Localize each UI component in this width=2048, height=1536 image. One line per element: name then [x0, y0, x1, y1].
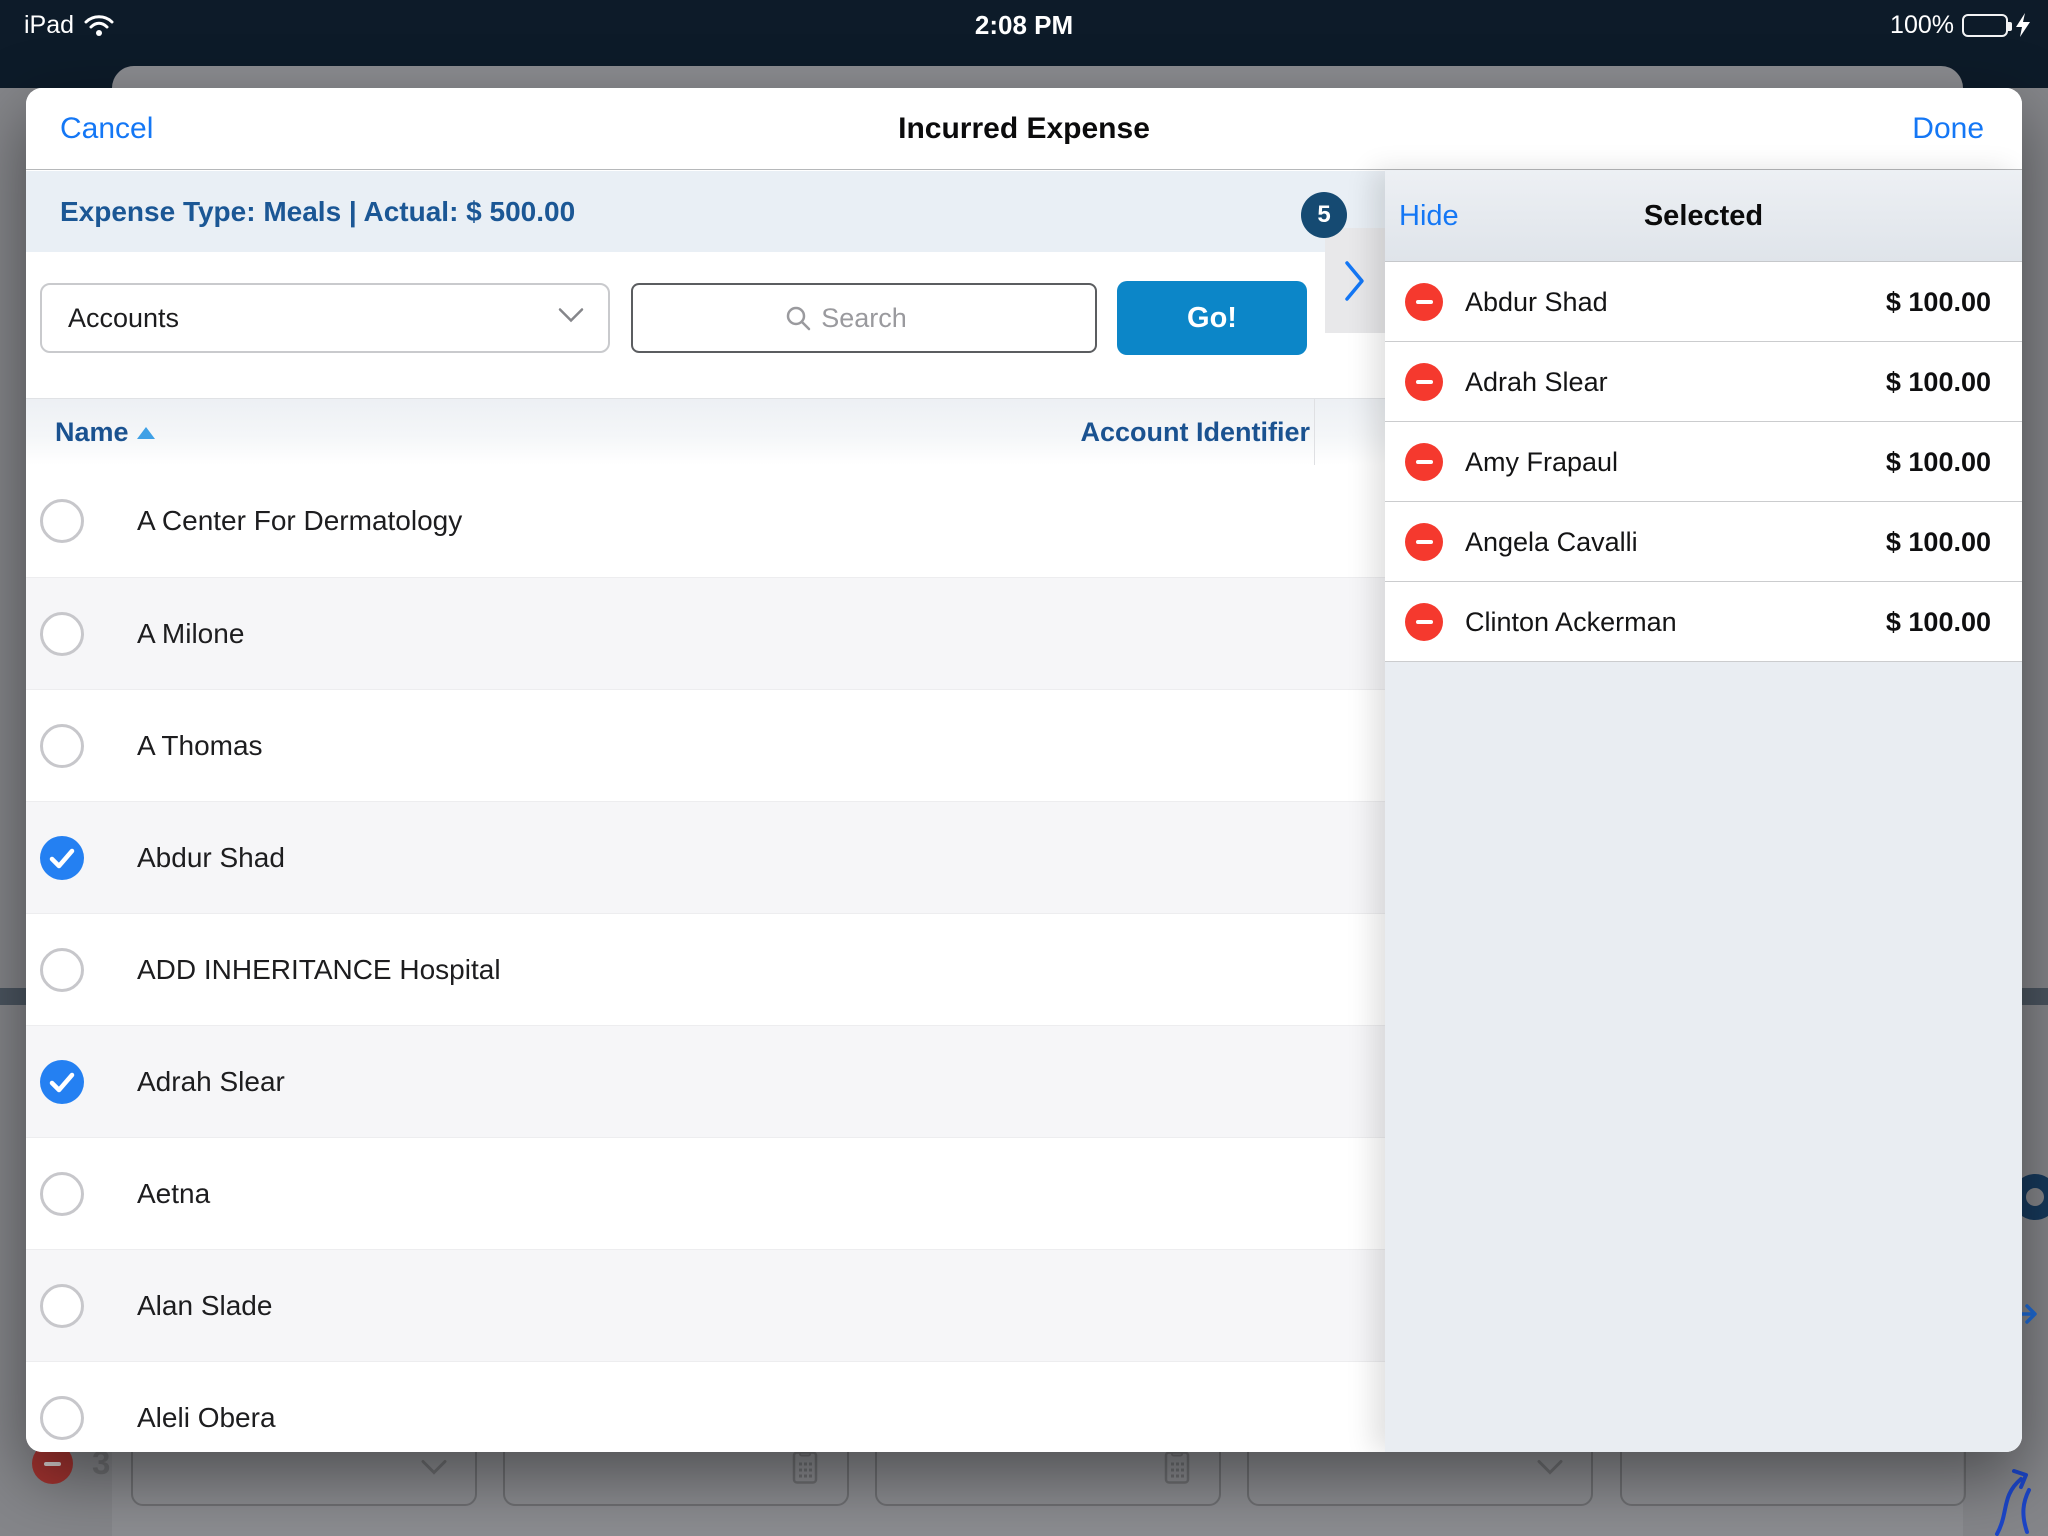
remove-icon[interactable]	[1405, 443, 1443, 481]
remove-icon[interactable]	[1405, 523, 1443, 561]
selected-amount: $ 100.00	[1886, 342, 1991, 422]
chevron-down-icon	[558, 308, 584, 329]
incurred-expense-modal: Cancel Incurred Expense Done Expense Typ…	[26, 88, 2022, 1452]
chevron-down-icon	[421, 1460, 447, 1481]
panel-expand-handle[interactable]	[1325, 228, 1385, 333]
selected-amount: $ 100.00	[1886, 502, 1991, 582]
account-name: ADD INHERITANCE Hospital	[137, 914, 501, 1026]
branch-arrow-doodle-icon	[1983, 1466, 2047, 1536]
selected-row: Angela Cavalli $ 100.00	[1385, 502, 2022, 582]
account-name: Adrah Slear	[137, 1026, 285, 1138]
search-input[interactable]	[631, 283, 1097, 353]
selected-row: Abdur Shad $ 100.00	[1385, 262, 2022, 342]
row-checkbox[interactable]	[40, 1396, 84, 1440]
category-dropdown-value: Accounts	[68, 303, 179, 334]
selected-name: Clinton Ackerman	[1465, 582, 1677, 662]
selected-name: Abdur Shad	[1465, 262, 1608, 342]
row-checkbox[interactable]	[40, 612, 84, 656]
row-checkbox[interactable]	[40, 1172, 84, 1216]
selected-amount: $ 100.00	[1886, 422, 1991, 502]
selected-panel: Hide Selected Abdur Shad $ 100.00 Adrah …	[1385, 170, 2022, 1452]
remove-icon[interactable]	[1405, 283, 1443, 321]
selected-name: Angela Cavalli	[1465, 502, 1638, 582]
calendar-icon	[791, 1450, 819, 1491]
battery-icon	[1962, 14, 2008, 37]
modal-header: Cancel Incurred Expense Done	[26, 88, 2022, 170]
chevron-right-icon	[1344, 260, 1366, 302]
column-divider	[1314, 399, 1315, 466]
account-name: Aleli Obera	[137, 1362, 276, 1452]
selected-row: Adrah Slear $ 100.00	[1385, 342, 2022, 422]
checkmark-icon	[40, 1060, 84, 1104]
account-name: A Center For Dermatology	[137, 465, 462, 577]
selected-row: Clinton Ackerman $ 100.00	[1385, 582, 2022, 662]
done-button[interactable]: Done	[1912, 88, 1984, 170]
sort-ascending-icon	[137, 427, 155, 439]
selected-amount: $ 100.00	[1886, 582, 1991, 662]
remove-icon[interactable]	[1405, 603, 1443, 641]
account-name: Aetna	[137, 1138, 210, 1250]
row-checkbox[interactable]	[40, 499, 84, 543]
row-checkbox[interactable]	[40, 1284, 84, 1328]
charging-bolt-icon	[2016, 13, 2030, 37]
clock: 2:08 PM	[0, 0, 2048, 50]
selected-panel-header: Hide Selected	[1385, 170, 2022, 262]
screen: iPad 2:08 PM 100% 3	[0, 0, 2048, 1536]
account-identifier-column-header[interactable]: Account Identifier	[1080, 399, 1310, 466]
chevron-down-icon	[1537, 1460, 1563, 1481]
selected-name: Amy Frapaul	[1465, 422, 1618, 502]
selected-row: Amy Frapaul $ 100.00	[1385, 422, 2022, 502]
expense-summary-text: Expense Type: Meals | Actual: $ 500.00	[60, 171, 575, 252]
account-name: Abdur Shad	[137, 802, 285, 914]
remove-icon[interactable]	[1405, 363, 1443, 401]
row-checkbox[interactable]	[40, 836, 84, 880]
selected-list: Abdur Shad $ 100.00 Adrah Slear $ 100.00…	[1385, 262, 2022, 662]
selected-count-badge: 5	[1301, 192, 1347, 238]
battery-percent: 100%	[1890, 11, 1954, 40]
account-name: A Milone	[137, 578, 244, 690]
selected-amount: $ 100.00	[1886, 262, 1991, 342]
selected-name: Adrah Slear	[1465, 342, 1608, 422]
checkmark-icon	[40, 836, 84, 880]
row-checkbox[interactable]	[40, 1060, 84, 1104]
row-checkbox[interactable]	[40, 724, 84, 768]
row-checkbox[interactable]	[40, 948, 84, 992]
go-button[interactable]: Go!	[1117, 281, 1307, 355]
selected-panel-title: Selected	[1385, 170, 2022, 262]
account-name: Alan Slade	[137, 1250, 272, 1362]
page-title: Incurred Expense	[26, 88, 2022, 170]
account-name: A Thomas	[137, 690, 263, 802]
category-dropdown[interactable]: Accounts	[40, 283, 610, 353]
calendar-icon	[1163, 1450, 1191, 1491]
name-column-header[interactable]: Name	[55, 399, 155, 466]
